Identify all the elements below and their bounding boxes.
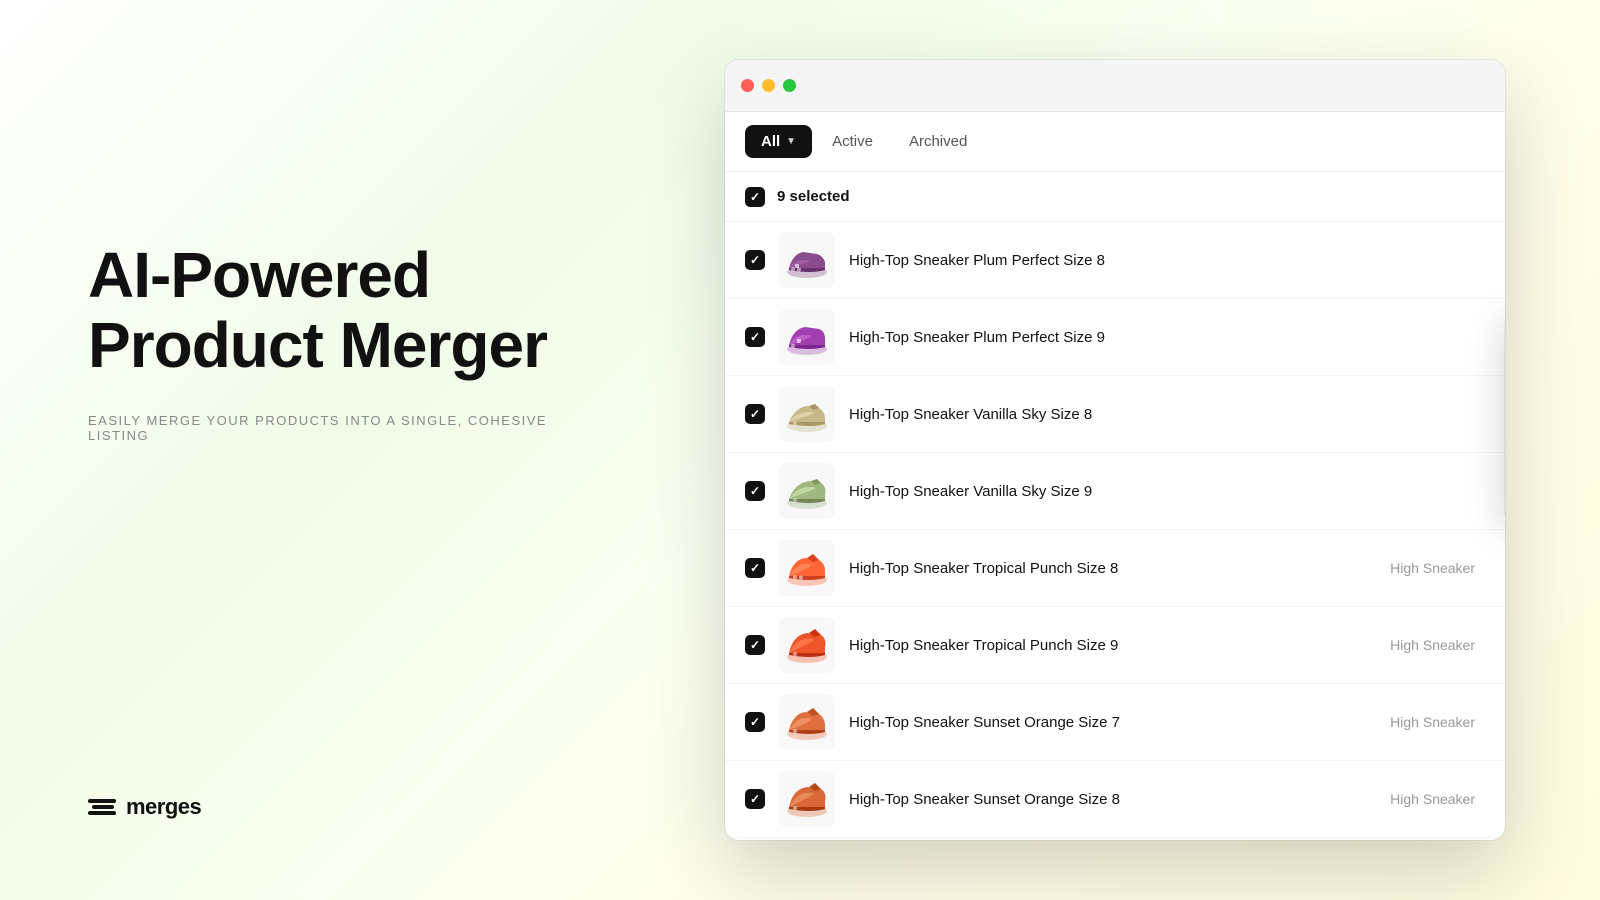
product-type-5: High Sneaker [1390,560,1485,576]
product-thumbnail-2 [779,309,835,365]
table-row: High-Top Sneaker Sunset Orange Size 7 Hi… [725,684,1505,761]
product-name-3: High-Top Sneaker Vanilla Sky Size 8 [849,406,1461,423]
table-row: High-Top Sneaker Vanilla Sky Size 8 [725,376,1505,453]
tab-bar: All ▼ Active Archived [725,112,1505,172]
close-button[interactable] [741,79,754,92]
tab-all[interactable]: All ▼ [745,125,812,158]
table-row: High-Top Sneaker Plum Perfect Size 8 [725,222,1505,299]
product-thumbnail-1 [779,232,835,288]
row-checkbox-4[interactable] [745,481,765,501]
headline-line1: AI-Powered [88,239,430,311]
table-row: High-Top Sneaker Sunset Orange Size 9 Hi… [725,838,1505,840]
row-checkbox-3[interactable] [745,404,765,424]
table-row: High-Top Sneaker Vanilla Sky Size 9 [725,453,1505,530]
tab-active[interactable]: Active [816,125,889,158]
product-thumbnail-3 [779,386,835,442]
logo-text: merges [126,794,201,820]
subheadline: EASILY MERGE YOUR PRODUCTS INTO A SINGLE… [88,413,610,443]
row-checkbox-7[interactable] [745,712,765,732]
headline: AI-Powered Product Merger [88,240,610,381]
maximize-button[interactable] [783,79,796,92]
selection-bar: 9 selected [725,172,1505,222]
row-checkbox-6[interactable] [745,635,765,655]
logo-line-2 [92,805,114,809]
product-name-5: High-Top Sneaker Tropical Punch Size 8 [849,560,1376,577]
title-bar [725,60,1505,112]
chevron-down-icon: ▼ [786,136,796,147]
tab-archived-label: Archived [909,133,967,150]
select-all-checkbox[interactable] [745,187,765,207]
table-row: High-Top Sneaker Tropical Punch Size 8 H… [725,530,1505,607]
app-window: All ▼ Active Archived 9 selected [725,60,1505,840]
row-checkbox-2[interactable] [745,327,765,347]
product-name-2: High-Top Sneaker Plum Perfect Size 9 [849,329,1461,346]
table-row: High-Top Sneaker Plum Perfect Size 9 [725,299,1505,376]
product-type-7: High Sneaker [1390,714,1485,730]
sneaker-image-4 [781,465,833,517]
product-thumbnail-4 [779,463,835,519]
sneaker-image-6 [781,619,833,671]
tab-active-label: Active [832,133,873,150]
product-thumbnail-7 [779,694,835,750]
sneaker-image-2 [781,311,833,363]
left-panel: AI-Powered Product Merger EASILY MERGE Y… [0,0,670,900]
product-list: High-Top Sneaker Plum Perfect Size 8 [725,222,1505,840]
sneaker-image-5 [781,542,833,594]
row-checkbox-8[interactable] [745,789,765,809]
row-checkbox-5[interactable] [745,558,765,578]
headline-line2: Product Merger [88,309,547,381]
sneaker-image-7 [781,696,833,748]
product-type-6: High Sneaker [1390,637,1485,653]
product-thumbnail-8 [779,771,835,827]
logo-area: merges [88,794,610,820]
product-name-4: High-Top Sneaker Vanilla Sky Size 9 [849,483,1461,500]
minimize-button[interactable] [762,79,775,92]
right-panel: All ▼ Active Archived 9 selected [670,0,1600,900]
product-name-8: High-Top Sneaker Sunset Orange Size 8 [849,791,1376,808]
table-row: High-Top Sneaker Tropical Punch Size 9 H… [725,607,1505,684]
product-name-7: High-Top Sneaker Sunset Orange Size 7 [849,714,1376,731]
logo-icon [88,799,116,815]
product-thumbnail-5 [779,540,835,596]
selected-count: 9 selected [777,188,850,205]
sneaker-image-3 [781,388,833,440]
product-thumbnail-6 [779,617,835,673]
logo-line-3 [88,811,116,815]
product-name-1: High-Top Sneaker Plum Perfect Size 8 [849,252,1461,269]
sneaker-image-8 [781,773,833,825]
table-row: High-Top Sneaker Sunset Orange Size 8 Hi… [725,761,1505,838]
window-controls [741,79,796,92]
logo-line-1 [88,799,116,803]
row-checkbox-1[interactable] [745,250,765,270]
sneaker-image-1 [781,234,833,286]
product-name-6: High-Top Sneaker Tropical Punch Size 9 [849,637,1376,654]
hero-content: AI-Powered Product Merger EASILY MERGE Y… [88,240,610,443]
tab-all-label: All [761,133,780,150]
tab-archived[interactable]: Archived [893,125,983,158]
product-type-8: High Sneaker [1390,791,1485,807]
